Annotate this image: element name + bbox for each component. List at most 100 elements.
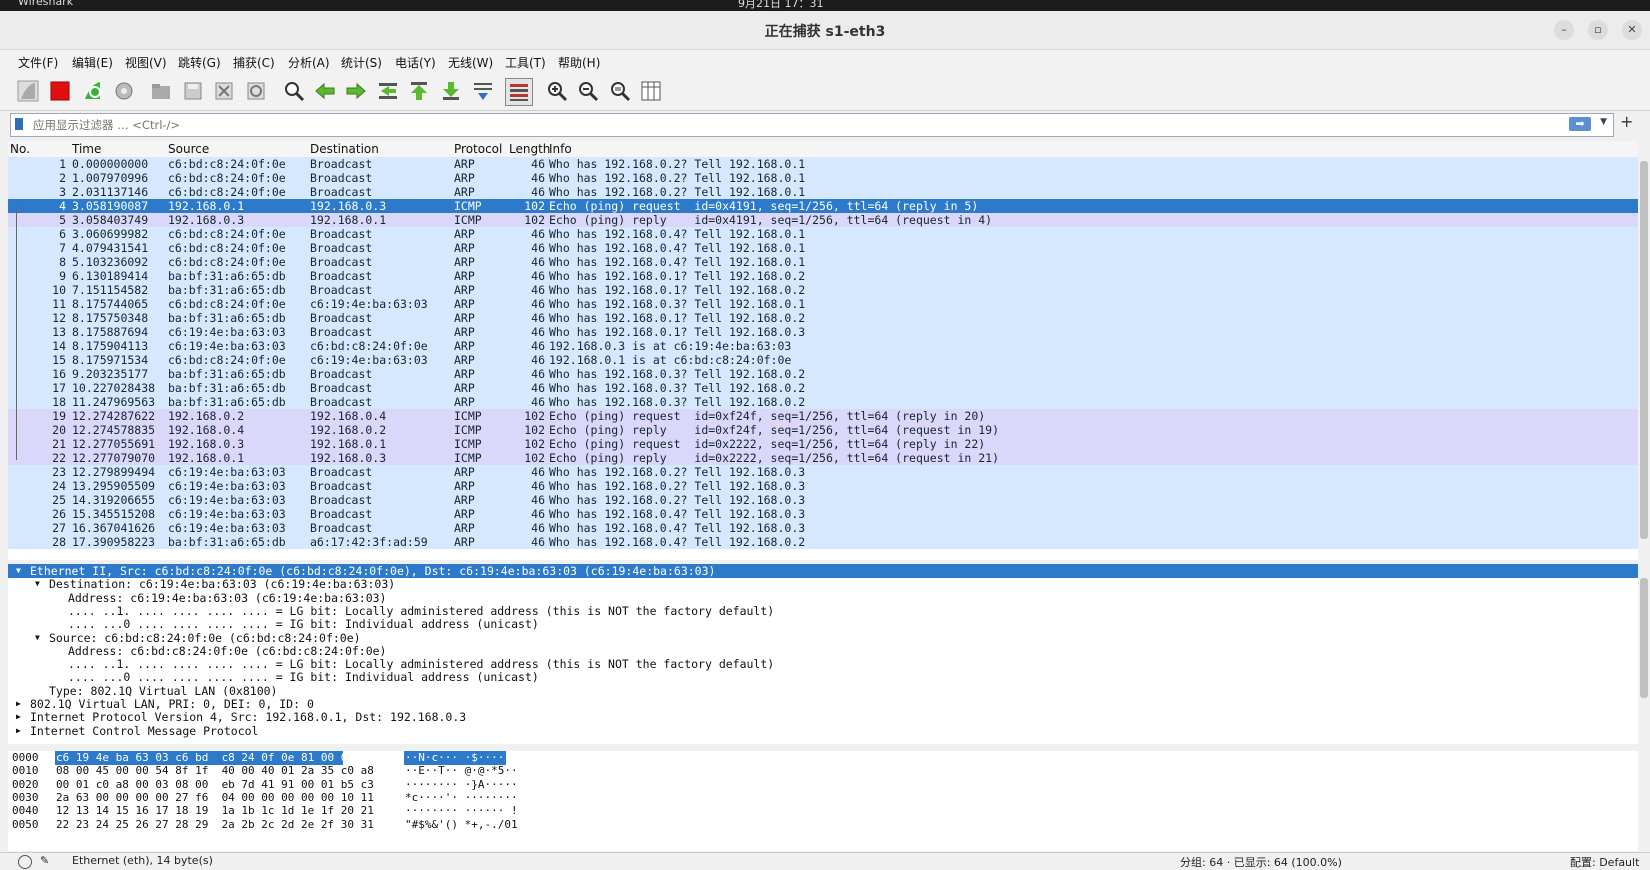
go-back-icon[interactable] — [312, 78, 338, 104]
chevron-right-icon[interactable]: ▶ — [16, 710, 21, 724]
bookmark-icon[interactable] — [15, 118, 23, 130]
packet-row[interactable]: 22 12.277079070 192.168.0.1 192.168.0.3 ICMP… — [8, 451, 1638, 465]
restore-button[interactable]: ▫ — [1588, 20, 1608, 40]
auto-scroll-icon[interactable] — [470, 78, 496, 104]
go-to-packet-icon[interactable] — [375, 78, 401, 104]
packet-row[interactable]: 28 17.390958223 ba:bf:31:a6:65:db a6:17:42:… — [8, 535, 1638, 549]
minimize-button[interactable]: – — [1554, 20, 1574, 40]
column-no[interactable]: No. — [10, 142, 30, 156]
packet-row[interactable]: 17 10.227028438 ba:bf:31:a6:65:db Broadcast… — [8, 381, 1638, 395]
go-first-icon[interactable] — [406, 78, 432, 104]
chevron-down-icon[interactable]: ▼ — [1600, 117, 1607, 127]
resize-columns-icon[interactable] — [638, 78, 664, 104]
menu-capture[interactable]: 捕获(C) — [233, 54, 275, 71]
save-file-icon[interactable] — [180, 78, 206, 104]
packet-row[interactable]: 5 3.058403749 192.168.0.3 192.168.0.1 ICMP 10… — [8, 213, 1638, 227]
details-scrollbar[interactable] — [1638, 564, 1650, 744]
packet-row[interactable]: 15 8.175971534 c6:bd:c8:24:0f:0e c6:19:4e:b… — [8, 353, 1638, 367]
hex-ascii[interactable]: "#$%&'() *+,-./01 — [405, 818, 518, 832]
packet-row[interactable]: 8 5.103236092 c6:bd:c8:24:0f:0e Broadcast AR… — [8, 255, 1638, 269]
hex-bytes[interactable]: 22 23 24 25 26 27 28 29 2a 2b 2c 2d 2e 2… — [56, 818, 374, 832]
packet-row[interactable]: 3 2.031137146 c6:bd:c8:24:0f:0e Broadcast AR… — [8, 185, 1638, 199]
hex-bytes[interactable]: 2a 63 00 00 00 00 27 f6 04 00 00 00 00 0… — [56, 791, 374, 805]
edit-comment-icon[interactable]: ✎ — [40, 854, 49, 867]
packet-row[interactable]: 12 8.175750348 ba:bf:31:a6:65:db Broadcast A… — [8, 311, 1638, 325]
column-source[interactable]: Source — [168, 142, 209, 156]
packet-row[interactable]: 10 7.151154582 ba:bf:31:a6:65:db Broadcast A… — [8, 283, 1638, 297]
packet-row[interactable]: 13 8.175887694 c6:19:4e:ba:63:03 Broadcast A… — [8, 325, 1638, 339]
zoom-out-icon[interactable] — [575, 78, 601, 104]
go-forward-icon[interactable] — [343, 78, 369, 104]
packet-row[interactable]: 23 12.279899494 c6:19:4e:ba:63:03 Broadcast… — [8, 465, 1638, 479]
reload-file-icon[interactable] — [243, 78, 269, 104]
hex-offset[interactable]: 0010 — [12, 764, 39, 778]
add-filter-button[interactable]: + — [1620, 112, 1633, 131]
hex-bytes[interactable]: 00 01 c0 a8 00 03 08 00 eb 7d 41 91 00 0… — [56, 778, 374, 792]
chevron-down-icon[interactable]: ▼ — [35, 631, 40, 645]
display-filter-input[interactable] — [31, 115, 1575, 135]
packet-row[interactable]: 2 1.007970996 c6:bd:c8:24:0f:0e Broadcast AR… — [8, 171, 1638, 185]
menu-telephony[interactable]: 电话(Y) — [395, 54, 436, 71]
detail-tree-item[interactable]: .... ...0 .... .... .... .... = IG bit: … — [8, 617, 1638, 631]
detail-tree-item[interactable]: Type: 802.1Q Virtual LAN (0x8100) — [8, 684, 1638, 698]
chevron-right-icon[interactable]: ▶ — [16, 724, 21, 738]
detail-tree-item[interactable]: Address: c6:bd:c8:24:0f:0e (c6:bd:c8:24:… — [8, 644, 1638, 658]
hex-bytes[interactable]: c6 19 4e ba 63 03 c6 bd c8 24 0f 0e 81 0… — [56, 751, 374, 765]
column-destination[interactable]: Destination — [310, 142, 379, 156]
apply-filter-button[interactable]: ➡ — [1569, 117, 1591, 131]
menu-statistics[interactable]: 统计(S) — [341, 54, 382, 71]
packet-row[interactable]: 19 12.274287622 192.168.0.2 192.168.0.4 ICMP… — [8, 409, 1638, 423]
packet-row[interactable]: 16 9.203235177 ba:bf:31:a6:65:db Broadcast A… — [8, 367, 1638, 381]
chevron-right-icon[interactable]: ▶ — [16, 697, 21, 711]
hex-offset[interactable]: 0030 — [12, 791, 39, 805]
colorize-icon[interactable] — [505, 78, 533, 106]
menu-file[interactable]: 文件(F) — [18, 54, 58, 71]
scrollbar-thumb[interactable] — [1640, 578, 1648, 698]
packet-row[interactable]: 21 12.277055691 192.168.0.3 192.168.0.1 ICMP… — [8, 437, 1638, 451]
close-button[interactable]: ✕ — [1622, 20, 1642, 40]
column-length[interactable]: Length — [509, 142, 550, 156]
column-time[interactable]: Time — [72, 142, 101, 156]
find-packet-icon[interactable] — [281, 78, 307, 104]
hex-offset[interactable]: 0000 — [12, 751, 39, 765]
column-info[interactable]: Info — [549, 142, 572, 156]
menu-view[interactable]: 视图(V) — [125, 54, 167, 71]
packet-row[interactable]: 27 16.367041626 c6:19:4e:ba:63:03 Broadcast… — [8, 521, 1638, 535]
detail-tree-item[interactable]: .... ..1. .... .... .... .... = LG bit: … — [8, 657, 1638, 671]
packet-row[interactable]: 9 6.130189414 ba:bf:31:a6:65:db Broadcast AR… — [8, 269, 1638, 283]
shark-fin-start-icon[interactable] — [15, 78, 41, 104]
packet-row[interactable]: 20 12.274578835 192.168.0.4 192.168.0.2 ICMP… — [8, 423, 1638, 437]
bytes-scrollbar[interactable] — [1638, 751, 1650, 851]
detail-tree-item[interactable]: ▶ 802.1Q Virtual LAN, PRI: 0, DEI: 0, ID:… — [8, 697, 1638, 711]
packet-list-scrollbar[interactable] — [1638, 141, 1650, 560]
packet-row[interactable]: 26 15.345515208 c6:19:4e:ba:63:03 Broadcast… — [8, 507, 1638, 521]
packet-row[interactable]: 14 8.175904113 c6:19:4e:ba:63:03 c6:bd:c8:2… — [8, 339, 1638, 353]
detail-tree-item[interactable]: Address: c6:19:4e:ba:63:03 (c6:19:4e:ba:… — [8, 591, 1638, 605]
detail-tree-item[interactable]: .... ..1. .... .... .... .... = LG bit: … — [8, 604, 1638, 618]
hex-offset[interactable]: 0020 — [12, 778, 39, 792]
menu-go[interactable]: 跳转(G) — [178, 54, 221, 71]
packet-row[interactable]: 24 13.295905509 c6:19:4e:ba:63:03 Broadcast… — [8, 479, 1638, 493]
detail-tree-item[interactable]: ▶ Internet Control Message Protocol — [8, 724, 1638, 738]
hex-ascii[interactable]: ··E··T·· @·@·*5·· — [405, 764, 518, 778]
detail-tree-item[interactable]: ▼ Ethernet II, Src: c6:bd:c8:24:0f:0e (c6… — [8, 564, 1638, 578]
menu-tools[interactable]: 工具(T) — [505, 54, 546, 71]
menu-wireless[interactable]: 无线(W) — [448, 54, 493, 71]
hex-bytes[interactable]: 12 13 14 15 16 17 18 19 1a 1b 1c 1d 1e 1… — [56, 804, 374, 818]
menu-help[interactable]: 帮助(H) — [558, 54, 600, 71]
column-protocol[interactable]: Protocol — [454, 142, 502, 156]
chevron-down-icon[interactable]: ▼ — [35, 577, 40, 591]
go-last-icon[interactable] — [438, 78, 464, 104]
normal-size-icon[interactable] — [607, 78, 633, 104]
packet-row[interactable]: 7 4.079431541 c6:bd:c8:24:0f:0e Broadcast AR… — [8, 241, 1638, 255]
hex-offset[interactable]: 0050 — [12, 818, 39, 832]
detail-tree-item[interactable]: ▶ Internet Protocol Version 4, Src: 192.1… — [8, 710, 1638, 724]
packet-row[interactable]: 4 3.058190087 192.168.0.1 192.168.0.3 ICMP 10… — [8, 199, 1638, 213]
hex-ascii[interactable]: ········ ·}A····· — [405, 778, 518, 792]
packet-row[interactable]: 18 11.247969563 ba:bf:31:a6:65:db Broadcast… — [8, 395, 1638, 409]
hex-offset[interactable]: 0040 — [12, 804, 39, 818]
packet-row[interactable]: 6 3.060699982 c6:bd:c8:24:0f:0e Broadcast AR… — [8, 227, 1638, 241]
hex-ascii[interactable]: *c····'· ········ — [405, 791, 518, 805]
zoom-in-icon[interactable] — [544, 78, 570, 104]
hex-ascii[interactable]: ········ ······ ! — [405, 804, 518, 818]
